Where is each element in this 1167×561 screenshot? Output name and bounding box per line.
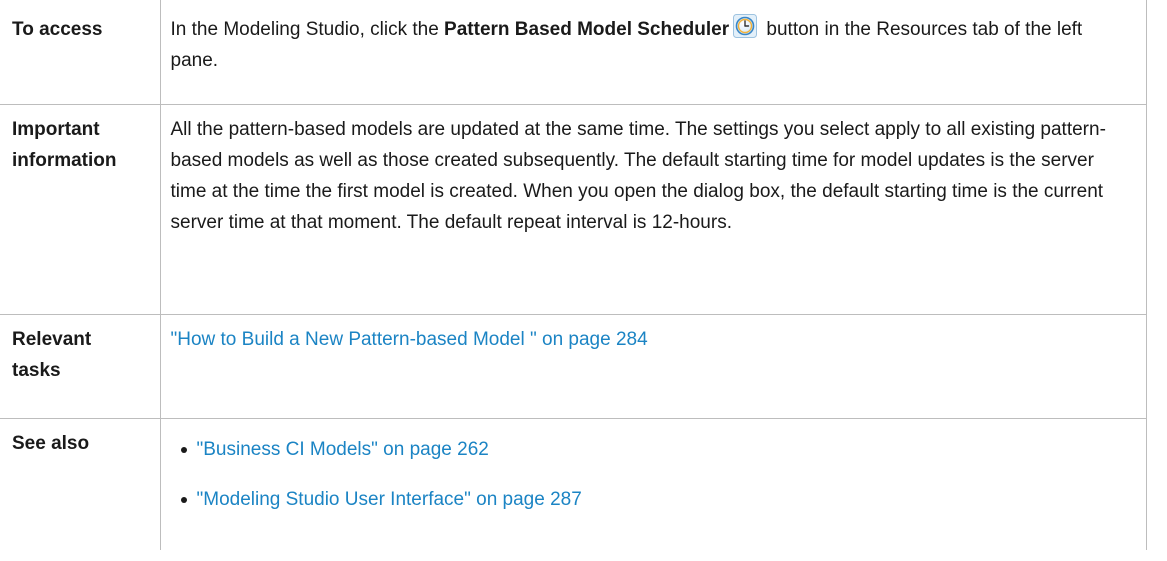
row-see-also: See also "Business CI Models" on page 26… [0, 418, 1147, 550]
label-tasks-line1: Relevant [12, 329, 92, 350]
label-see-also: See also [0, 418, 161, 550]
value-important-information: All the pattern-based models are updated… [159, 104, 1147, 315]
label-relevant-tasks: Relevant tasks [0, 314, 161, 419]
label-important-line1: Important [12, 119, 100, 140]
value-see-also: "Business CI Models" on page 262 "Modeli… [159, 418, 1147, 550]
label-important-information: Important information [0, 104, 161, 315]
info-table: To access In the Modeling Studio, click … [0, 0, 1147, 550]
label-to-access: To access [0, 0, 161, 105]
list-item: "Business CI Models" on page 262 [171, 434, 1135, 465]
bullet-icon [180, 447, 187, 453]
value-relevant-tasks: "How to Build a New Pattern-based Model … [159, 314, 1147, 419]
link-build-pattern-model[interactable]: "How to Build a New Pattern-based Model … [171, 329, 648, 350]
access-bold-text: Pattern Based Model Scheduler [444, 19, 730, 40]
access-text-before: In the Modeling Studio, click the [170, 19, 445, 40]
value-to-access: In the Modeling Studio, click the Patter… [159, 0, 1147, 105]
bullet-icon [180, 497, 187, 503]
row-to-access: To access In the Modeling Studio, click … [0, 0, 1147, 105]
row-important-information: Important information All the pattern-ba… [0, 104, 1147, 315]
clock-scheduler-icon [733, 14, 758, 38]
see-also-list: "Business CI Models" on page 262 "Modeli… [171, 434, 1135, 515]
label-important-line2: information [12, 150, 117, 171]
list-item: "Modeling Studio User Interface" on page… [171, 484, 1135, 515]
link-business-ci-models[interactable]: "Business CI Models" on page 262 [197, 439, 489, 460]
label-tasks-line2: tasks [12, 360, 61, 381]
row-relevant-tasks: Relevant tasks "How to Build a New Patte… [0, 314, 1147, 419]
link-modeling-studio-ui[interactable]: "Modeling Studio User Interface" on page… [197, 489, 582, 510]
